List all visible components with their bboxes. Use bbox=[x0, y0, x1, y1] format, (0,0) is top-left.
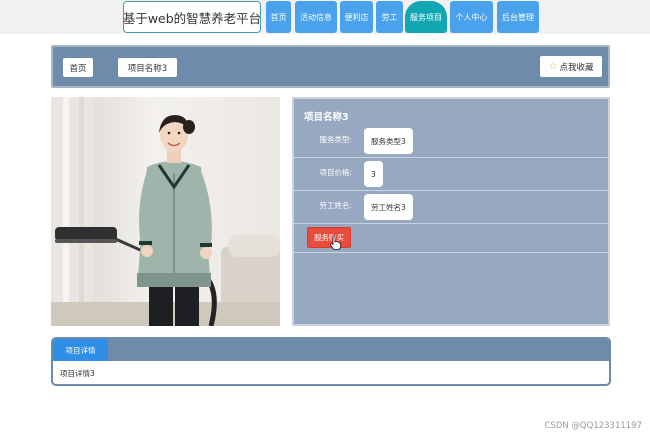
field-label: 服务类型: bbox=[319, 135, 352, 144]
nav-admin[interactable]: 后台管理 bbox=[497, 1, 539, 33]
hand-cursor-icon bbox=[330, 235, 341, 250]
tab-item-detail[interactable]: 项目详情 bbox=[53, 339, 108, 361]
field-value: 劳工姓名3 bbox=[364, 194, 413, 220]
field-label: 劳工姓名: bbox=[319, 201, 352, 210]
buy-service-button[interactable]: 服务购买 bbox=[307, 227, 351, 248]
detail-tab-bar: 项目详情 bbox=[53, 339, 609, 361]
breadcrumb-current: 项目名称3 bbox=[118, 58, 177, 77]
site-title[interactable]: 基于web的智慧养老平台 bbox=[123, 1, 261, 33]
detail-content: 项目详情3 bbox=[60, 369, 95, 378]
field-row-service-type: 服务类型: 服务类型3 bbox=[294, 125, 608, 158]
caregiver-illustration bbox=[51, 97, 280, 326]
item-detail-panel: 项目详情 项目详情3 bbox=[51, 337, 611, 386]
field-value: 服务类型3 bbox=[364, 128, 413, 154]
favorite-label: 点我收藏 bbox=[559, 62, 594, 73]
field-label: 项目价格: bbox=[319, 168, 352, 177]
nav-home[interactable]: 首页 bbox=[266, 1, 291, 33]
buy-row: 服务购买 bbox=[294, 223, 608, 253]
field-row-laborer-name: 劳工姓名: 劳工姓名3 bbox=[294, 191, 608, 224]
favorite-button[interactable]: ☆ 点我收藏 bbox=[540, 56, 602, 77]
item-info-panel: 项目名称3 服务类型: 服务类型3 项目价格: 3 劳工姓名: 劳工姓名3 服务… bbox=[292, 97, 610, 326]
item-title: 项目名称3 bbox=[304, 112, 349, 123]
nav-service-items[interactable]: 服务项目 bbox=[405, 1, 447, 33]
star-icon: ☆ bbox=[548, 61, 558, 72]
breadcrumb-home[interactable]: 首页 bbox=[63, 58, 93, 77]
nav-labor[interactable]: 劳工 bbox=[376, 1, 403, 33]
nav-personal-center[interactable]: 个人中心 bbox=[450, 1, 493, 33]
field-row-price: 项目价格: 3 bbox=[294, 158, 608, 191]
breadcrumb: 首页 项目名称3 ☆ 点我收藏 bbox=[51, 45, 610, 88]
nav-activity-info[interactable]: 活动信息 bbox=[295, 1, 337, 33]
item-photo bbox=[51, 97, 280, 326]
watermark: CSDN @QQ123311197 bbox=[544, 421, 643, 431]
nav-convenience-store[interactable]: 便利店 bbox=[340, 1, 373, 33]
field-value: 3 bbox=[364, 161, 383, 187]
top-navigation-bar: 基于web的智慧养老平台 首页 活动信息 便利店 劳工 服务项目 个人中心 后台… bbox=[0, 0, 650, 34]
